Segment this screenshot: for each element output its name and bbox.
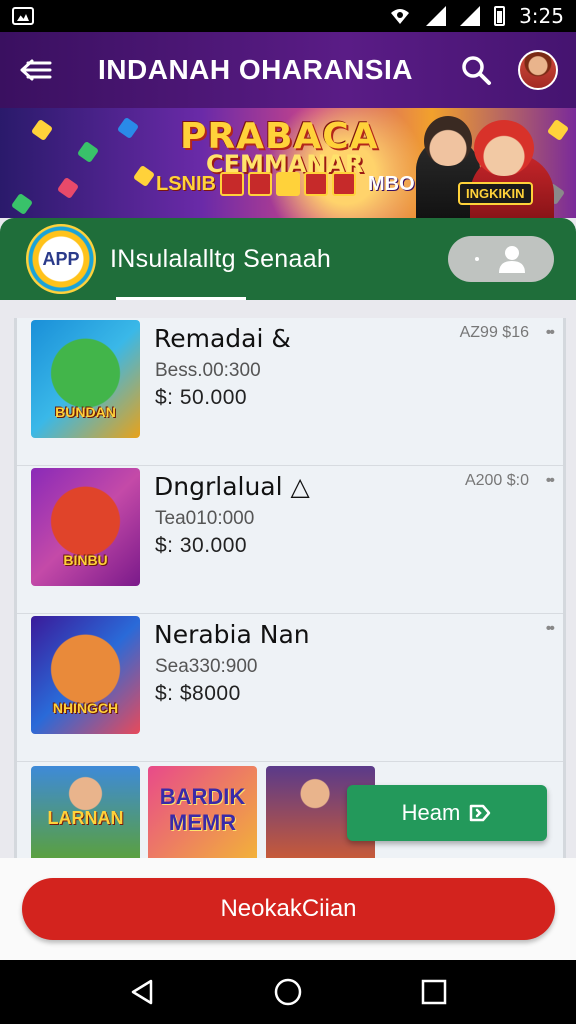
home-icon[interactable] — [273, 977, 303, 1007]
status-time: 3:25 — [519, 4, 564, 28]
game-title-text: Remadai — [154, 324, 264, 353]
back-menu-icon — [20, 59, 52, 81]
wifi-icon — [391, 9, 410, 24]
game-title-text: Nerabia Nan — [154, 620, 310, 649]
gem-icon — [30, 118, 54, 142]
game-subtitle: Bess.00:300 — [155, 360, 261, 381]
game-meta: A200 $:0 — [464, 472, 529, 489]
game-tile[interactable]: LARNAN — [31, 766, 140, 858]
list-item[interactable]: NHINGCH Nerabia Nan Sea330:900 $: $8000 … — [17, 614, 563, 762]
dot-icon — [475, 257, 479, 261]
banner-tile — [332, 172, 356, 196]
account-card: APP INsulalalltg Senaah — [0, 218, 576, 300]
hero-badge: INGKIKIN — [458, 182, 533, 205]
gem-icon — [546, 118, 570, 142]
recents-icon[interactable] — [421, 979, 447, 1005]
game-meta: AZ99 $16 — [459, 324, 529, 341]
heam-button[interactable]: Heam — [347, 785, 547, 841]
game-thumbnail[interactable]: BINBU — [31, 468, 140, 586]
more-icon[interactable]: •• — [546, 620, 555, 638]
tag-arrow-icon — [470, 804, 491, 822]
title-symbol: △ — [290, 472, 310, 501]
hero-character-1-head — [424, 116, 472, 166]
game-price: $: $8000 — [155, 682, 241, 705]
signal-icon — [426, 6, 447, 26]
gem-icon — [76, 140, 100, 164]
banner-strip: LSNIB MBO — [156, 172, 415, 196]
gem-icon — [132, 164, 156, 188]
account-card-text: INsulalalltg Senaah — [110, 244, 332, 273]
list-item[interactable]: BINBU Dngrlalual △ Tea010:000 $: 30.000 … — [17, 466, 563, 614]
game-price: $: 30.000 — [155, 534, 248, 557]
system-nav-bar — [0, 960, 576, 1024]
avatar[interactable] — [518, 50, 558, 90]
gem-icon — [10, 192, 34, 216]
tab-indicator — [116, 297, 246, 300]
game-subtitle: Sea330:900 — [155, 656, 258, 677]
more-icon[interactable]: •• — [546, 472, 555, 490]
heam-button-label: Heam — [401, 800, 461, 825]
app-logo: APP — [26, 224, 96, 294]
game-list: BUNDAN Remadai & Bess.00:300 $: 50.000 A… — [14, 318, 566, 858]
gem-icon — [56, 176, 80, 200]
game-thumbnail[interactable]: NHINGCH — [31, 616, 140, 734]
app-bar: INDANAH OHARANSIA — [0, 32, 576, 108]
banner-tile — [276, 172, 300, 196]
game-title-text: Dngrlalual — [154, 472, 283, 501]
status-bar: 3:25 — [0, 0, 576, 32]
game-title: Nerabia Nan — [154, 620, 310, 649]
list-item[interactable]: BUNDAN Remadai & Bess.00:300 $: 50.000 A… — [17, 318, 563, 466]
game-tile[interactable]: BARDIK MEMR — [148, 766, 257, 858]
user-icon — [499, 246, 525, 273]
primary-cta-button[interactable]: NeokakCiian — [22, 878, 555, 940]
hero-character-2-head — [474, 120, 534, 176]
title-symbol: & — [271, 324, 291, 353]
app-title: INDANAH OHARANSIA — [98, 54, 413, 85]
profile-button[interactable] — [448, 236, 554, 282]
promo-banner[interactable]: PRABACA CEMMANAR LSNIB MBO INGKIKIN — [0, 108, 576, 218]
thumbnail-label: BUNDAN — [55, 404, 116, 420]
cta-area: NeokakCiian — [0, 858, 576, 960]
tile-label: LARNAN — [47, 808, 124, 828]
game-price: $: 50.000 — [155, 386, 248, 409]
signal-icon-2 — [460, 6, 481, 26]
banner-strip-label: LSNIB — [156, 172, 216, 195]
game-subtitle: Tea010:000 — [155, 508, 255, 529]
tile-label: BARDIK MEMR — [159, 784, 246, 835]
menu-icon[interactable] — [18, 52, 54, 88]
back-icon[interactable] — [129, 978, 155, 1006]
search-icon[interactable] — [458, 52, 494, 88]
thumbnail-label: BINBU — [63, 552, 108, 568]
banner-strip-label-right: MBO — [368, 172, 415, 195]
game-title: Remadai & — [154, 324, 291, 353]
gem-icon — [116, 116, 140, 140]
banner-tile — [304, 172, 328, 196]
more-icon[interactable]: •• — [546, 324, 555, 342]
banner-tile — [220, 172, 244, 196]
game-thumbnail[interactable]: BUNDAN — [31, 320, 140, 438]
banner-tile — [248, 172, 272, 196]
gallery-icon — [12, 7, 34, 25]
game-title: Dngrlalual △ — [154, 472, 310, 501]
thumbnail-label: NHINGCH — [52, 700, 119, 716]
battery-icon — [494, 6, 506, 26]
